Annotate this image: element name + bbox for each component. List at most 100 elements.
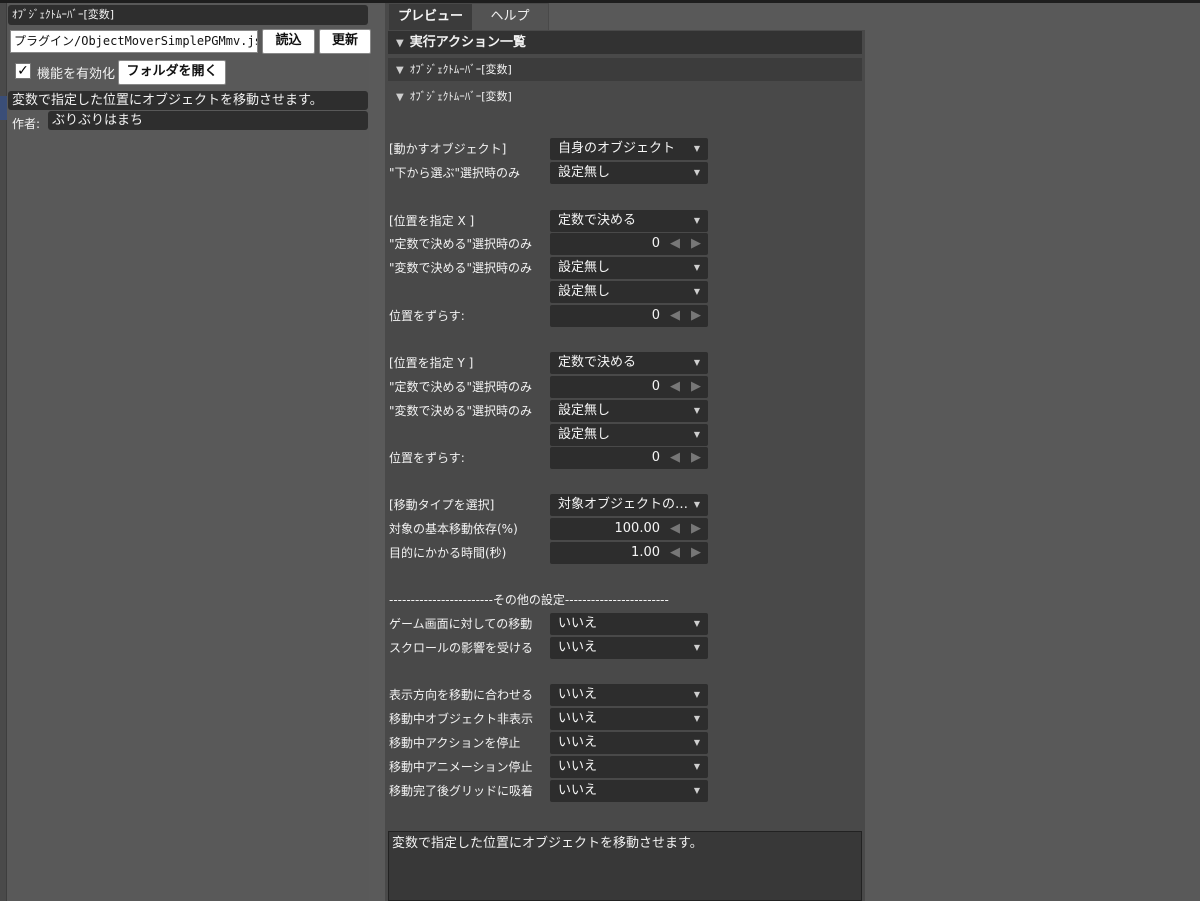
load-button[interactable]: 読込 <box>262 29 315 54</box>
select-value: 設定無し <box>558 260 611 275</box>
direction-select[interactable]: いいえ ▼ <box>550 684 708 706</box>
pos-x-const-spinner[interactable]: 0 ◀ ▶ <box>550 233 708 255</box>
time-label: 目的にかかる時間(秒) <box>389 546 507 560</box>
left-edge-selection <box>0 96 7 120</box>
section-label: ｵﾌﾞｼﾞｪｸﾄﾑｰﾊﾞｰ[変数] <box>409 90 512 103</box>
pos-y-const-spinner[interactable]: 0 ◀ ▶ <box>550 376 708 398</box>
screen-move-select[interactable]: いいえ ▼ <box>550 613 708 635</box>
spin-left-icon[interactable]: ◀ <box>670 233 680 255</box>
spin-right-icon[interactable]: ▶ <box>691 233 701 255</box>
select-value: いいえ <box>558 735 598 750</box>
stop-action-select[interactable]: いいえ ▼ <box>550 732 708 754</box>
pos-y-label: [位置を指定 Y ] <box>389 356 474 370</box>
pos-x-offset-spinner[interactable]: 0 ◀ ▶ <box>550 305 708 327</box>
preview-description: 変数で指定した位置にオブジェクトを移動させます。 <box>388 831 862 901</box>
section-label: 実行アクション一覧 <box>409 35 527 50</box>
dropdown-arrow-icon: ▼ <box>693 690 700 699</box>
panel-splitter[interactable] <box>369 3 385 901</box>
dropdown-arrow-icon: ▼ <box>693 786 700 795</box>
spin-left-icon[interactable]: ◀ <box>670 305 680 327</box>
time-spinner[interactable]: 1.00 ◀ ▶ <box>550 542 708 564</box>
update-button[interactable]: 更新 <box>319 29 371 54</box>
select-value: 定数で決める <box>558 213 637 228</box>
spinner-value: 0 <box>651 379 660 394</box>
dropdown-arrow-icon: ▼ <box>693 619 700 628</box>
tab-bar-background <box>549 3 1200 30</box>
spin-left-icon[interactable]: ◀ <box>670 447 680 469</box>
scroll-select[interactable]: いいえ ▼ <box>550 637 708 659</box>
spinner-value: 1.00 <box>631 545 660 560</box>
author-label: 作者: <box>12 117 41 131</box>
dropdown-arrow-icon: ▼ <box>693 216 700 225</box>
pos-x-var-select-2[interactable]: 設定無し ▼ <box>550 281 708 303</box>
pos-x-var-select[interactable]: 設定無し ▼ <box>550 257 708 279</box>
select-value: 設定無し <box>558 284 611 299</box>
object-sub-select[interactable]: 設定無し ▼ <box>550 162 708 184</box>
object-label: [動かすオブジェクト] <box>389 142 507 156</box>
dropdown-arrow-icon: ▼ <box>693 406 700 415</box>
object-sub-label: "下から選ぶ"選択時のみ <box>389 166 521 180</box>
dropdown-arrow-icon: ▼ <box>693 500 700 509</box>
section-object-mover-detail[interactable]: ▼ ｵﾌﾞｼﾞｪｸﾄﾑｰﾊﾞｰ[変数] <box>388 85 862 108</box>
select-value: 設定無し <box>558 403 611 418</box>
pos-x-select[interactable]: 定数で決める ▼ <box>550 210 708 232</box>
spin-right-icon[interactable]: ▶ <box>691 518 701 540</box>
pos-x-var-label: "変数で決める"選択時のみ <box>389 261 533 275</box>
dropdown-arrow-icon: ▼ <box>693 358 700 367</box>
screen-move-label: ゲーム画面に対しての移動 <box>389 617 533 631</box>
select-value: 対象オブジェクトの… <box>558 497 689 512</box>
pos-y-var-select[interactable]: 設定無し ▼ <box>550 400 708 422</box>
dropdown-arrow-icon: ▼ <box>693 287 700 296</box>
dropdown-arrow-icon: ▼ <box>693 430 700 439</box>
author-value: ぶりぶりはまち <box>48 111 368 130</box>
move-type-select[interactable]: 対象オブジェクトの… ▼ <box>550 494 708 516</box>
select-value: いいえ <box>558 616 598 631</box>
plugin-path-input[interactable]: プラグイン/ObjectMoverSimplePGMmv.js <box>10 30 258 53</box>
pos-y-offset-spinner[interactable]: 0 ◀ ▶ <box>550 447 708 469</box>
spin-left-icon[interactable]: ◀ <box>670 376 680 398</box>
collapse-triangle-icon: ▼ <box>396 92 404 103</box>
spinner-value: 100.00 <box>614 521 661 536</box>
section-object-mover[interactable]: ▼ ｵﾌﾞｼﾞｪｸﾄﾑｰﾊﾞｰ[変数] <box>388 58 862 81</box>
other-settings-divider: ------------------------その他の設定----------… <box>389 593 669 607</box>
stop-anim-label: 移動中アニメーション停止 <box>389 760 533 774</box>
snap-select[interactable]: いいえ ▼ <box>550 780 708 802</box>
select-value: いいえ <box>558 783 598 798</box>
object-select[interactable]: 自身のオブジェクト ▼ <box>550 138 708 160</box>
base-move-spinner[interactable]: 100.00 ◀ ▶ <box>550 518 708 540</box>
pos-x-offset-label: 位置をずらす: <box>389 309 465 323</box>
hide-select[interactable]: いいえ ▼ <box>550 708 708 730</box>
tab-preview[interactable]: プレビュー <box>389 4 472 30</box>
spin-right-icon[interactable]: ▶ <box>691 305 701 327</box>
stop-anim-select[interactable]: いいえ ▼ <box>550 756 708 778</box>
pos-y-select[interactable]: 定数で決める ▼ <box>550 352 708 374</box>
tab-help[interactable]: ヘルプ <box>472 4 548 30</box>
section-action-list[interactable]: ▼ 実行アクション一覧 <box>388 31 862 54</box>
spin-right-icon[interactable]: ▶ <box>691 542 701 564</box>
pos-y-var-select-2[interactable]: 設定無し ▼ <box>550 424 708 446</box>
spin-right-icon[interactable]: ▶ <box>691 376 701 398</box>
dropdown-arrow-icon: ▼ <box>693 168 700 177</box>
spinner-value: 0 <box>651 308 660 323</box>
plugin-description: 変数で指定した位置にオブジェクトを移動させます。 <box>8 91 368 110</box>
left-panel <box>0 3 385 901</box>
spin-left-icon[interactable]: ◀ <box>670 518 680 540</box>
collapse-triangle-icon: ▼ <box>396 65 404 76</box>
spin-right-icon[interactable]: ▶ <box>691 447 701 469</box>
pos-x-const-label: "定数で決める"選択時のみ <box>389 237 533 251</box>
open-folder-button[interactable]: フォルダを開く <box>118 60 226 85</box>
pos-y-offset-label: 位置をずらす: <box>389 451 465 465</box>
dropdown-arrow-icon: ▼ <box>693 762 700 771</box>
plugin-title: ｵﾌﾞｼﾞｪｸﾄﾑｰﾊﾞｰ[変数] <box>8 5 368 25</box>
enable-checkbox[interactable]: ✓ <box>15 63 31 79</box>
select-value: いいえ <box>558 711 598 726</box>
base-move-label: 対象の基本移動依存(%) <box>389 522 518 536</box>
collapse-triangle-icon: ▼ <box>396 38 404 49</box>
select-value: 設定無し <box>558 165 611 180</box>
select-value: 定数で決める <box>558 355 637 370</box>
select-value: 設定無し <box>558 427 611 442</box>
stop-action-label: 移動中アクションを停止 <box>389 736 521 750</box>
spin-left-icon[interactable]: ◀ <box>670 542 680 564</box>
spinner-value: 0 <box>651 236 660 251</box>
move-type-label: [移動タイプを選択] <box>389 498 495 512</box>
